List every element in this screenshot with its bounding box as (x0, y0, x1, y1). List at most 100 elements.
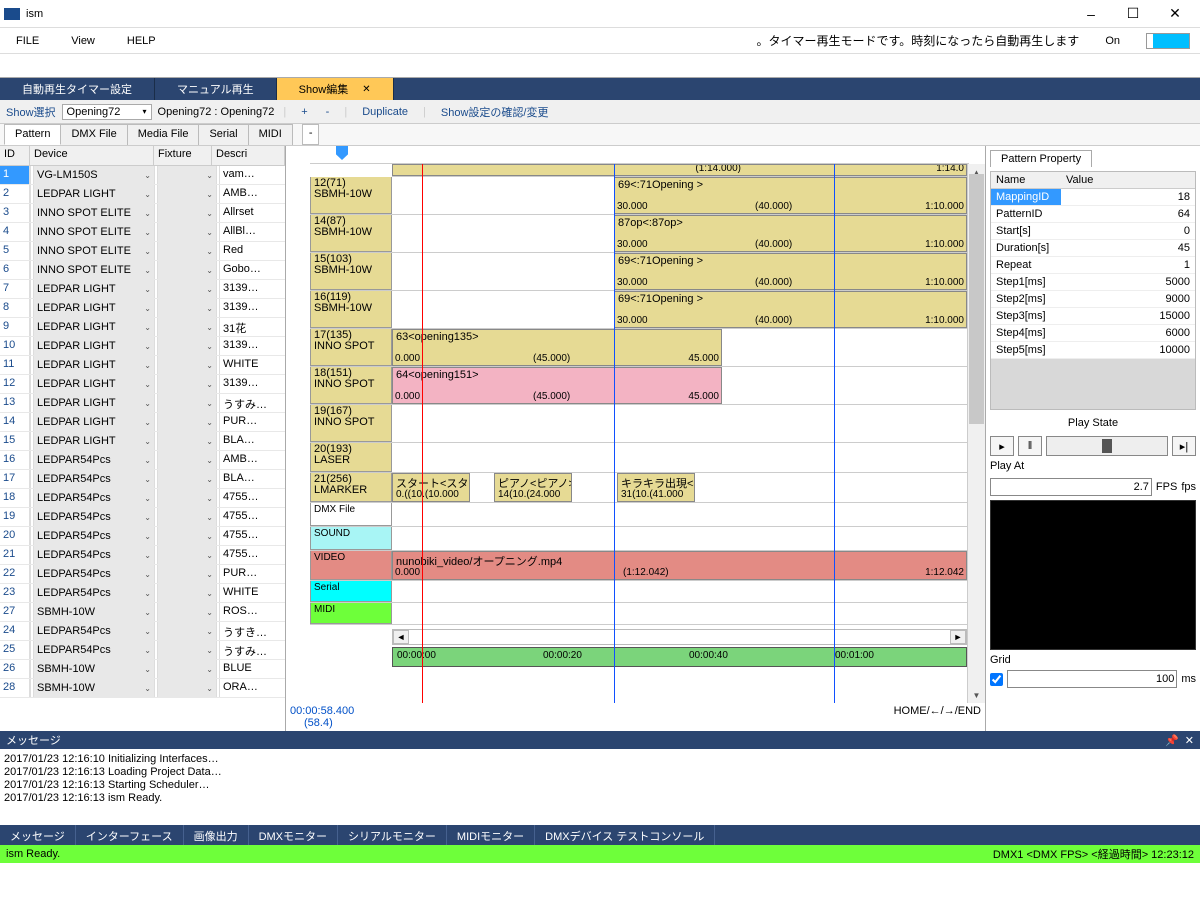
device-row[interactable]: 16LEDPAR54Pcs⌄⌄AMB… (0, 451, 285, 470)
timeline-vscroll[interactable]: ▲ ▼ (967, 164, 985, 703)
menu-file[interactable]: FILE (10, 33, 45, 49)
marker-piano[interactable]: ピアノ<ピアノ>14(10.(24.000 (494, 473, 572, 502)
device-row[interactable]: 7LEDPAR LIGHT⌄⌄3139… (0, 280, 285, 299)
device-row[interactable]: 18LEDPAR54Pcs⌄⌄4755… (0, 489, 285, 508)
device-row[interactable]: 21LEDPAR54Pcs⌄⌄4755… (0, 546, 285, 565)
col-id[interactable]: ID (0, 146, 30, 165)
menu-view[interactable]: View (65, 33, 101, 49)
panel-pin-icon[interactable]: 📌 (1165, 734, 1179, 747)
bottom-tab[interactable]: DMXモニター (249, 825, 338, 845)
show-remove-button[interactable]: - (320, 104, 336, 120)
tab-timer-settings[interactable]: 自動再生タイマー設定 (0, 78, 155, 100)
marker-blue-1[interactable] (614, 164, 615, 703)
device-row[interactable]: 17LEDPAR54Pcs⌄⌄BLA… (0, 470, 285, 489)
bottom-tab[interactable]: 画像出力 (184, 825, 249, 845)
device-row[interactable]: 3INNO SPOT ELITE⌄⌄Allrset (0, 204, 285, 223)
device-row[interactable]: 27SBMH-10W⌄⌄ROS… (0, 603, 285, 622)
tab-close-icon[interactable]: ✕ (362, 84, 370, 95)
device-row[interactable]: 20LEDPAR54Pcs⌄⌄4755… (0, 527, 285, 546)
track-video-label[interactable]: VIDEO (310, 551, 392, 580)
scroll-right-icon[interactable]: ► (950, 630, 966, 644)
scroll-left-icon[interactable]: ◄ (393, 630, 409, 644)
close-button[interactable]: ✕ (1154, 1, 1196, 27)
bottom-tab[interactable]: メッセージ (0, 825, 76, 845)
tab-mediafile[interactable]: Media File (127, 124, 200, 145)
bottom-tab[interactable]: DMXデバイス テストコンソール (535, 825, 715, 845)
play-button[interactable]: ▸ (990, 436, 1014, 456)
device-row[interactable]: 28SBMH-10W⌄⌄ORA… (0, 679, 285, 698)
prop-row[interactable]: MappingID18 (991, 189, 1195, 206)
tab-show-edit[interactable]: Show編集 ✕ (277, 78, 394, 100)
panel-close-icon[interactable]: ✕ (1185, 734, 1194, 747)
col-descri[interactable]: Descri (212, 146, 285, 165)
track-15-clip[interactable]: 69<:71Opening > 30.000 (40.000) 1:10.000 (614, 253, 967, 290)
prop-row[interactable]: Step5[ms]10000 (991, 342, 1195, 359)
maximize-button[interactable]: ☐ (1112, 1, 1154, 27)
playhead-marker[interactable] (336, 146, 348, 160)
device-row[interactable]: 23LEDPAR54Pcs⌄⌄WHITE (0, 584, 285, 603)
track-12-clip[interactable]: 69<:71Opening > 30.000 (40.000) 1:10.000 (614, 177, 967, 214)
track-18-clip[interactable]: 64<opening151> 0.000 (45.000) 45.000 (392, 367, 722, 404)
device-row[interactable]: 1VG-LM150S⌄⌄vam… (0, 166, 285, 185)
track-17-clip[interactable]: 63<opening135> 0.000 (45.000) 45.000 (392, 329, 722, 366)
track-sound-label[interactable]: SOUND (310, 527, 392, 550)
tab-manual-play[interactable]: マニュアル再生 (155, 78, 277, 100)
track-18-label[interactable]: 18(151) INNO SPOT (310, 367, 392, 404)
device-row[interactable]: 15LEDPAR LIGHT⌄⌄BLA… (0, 432, 285, 451)
track-14-clip[interactable]: 87op<:87op> 30.000 (40.000) 1:10.000 (614, 215, 967, 252)
prop-row[interactable]: Step3[ms]15000 (991, 308, 1195, 325)
playback-slider[interactable] (1046, 436, 1168, 456)
show-select-dropdown[interactable]: Opening72 (62, 104, 152, 120)
time-axis[interactable]: 00:00:00 00:00:20 00:00:40 00:01:00 (392, 647, 967, 667)
prop-row[interactable]: Duration[s]45 (991, 240, 1195, 257)
device-row[interactable]: 5INNO SPOT ELITE⌄⌄Red (0, 242, 285, 261)
track-midi-label[interactable]: MIDI (310, 603, 392, 624)
playhead-red[interactable] (422, 164, 423, 703)
collapse-button[interactable]: - (302, 124, 320, 145)
timer-toggle[interactable] (1146, 33, 1190, 49)
video-clip[interactable]: nunobiki_video/オープニング.mp4 0.000 (1:12.04… (392, 551, 967, 580)
grid-checkbox[interactable] (990, 673, 1003, 686)
col-fixture[interactable]: Fixture (154, 146, 212, 165)
track-19-label[interactable]: 19(167) INNO SPOT (310, 405, 392, 442)
tab-midi[interactable]: MIDI (248, 124, 293, 145)
device-row[interactable]: 6INNO SPOT ELITE⌄⌄Gobo… (0, 261, 285, 280)
device-row[interactable]: 11LEDPAR LIGHT⌄⌄WHITE (0, 356, 285, 375)
minimize-button[interactable]: – (1070, 1, 1112, 27)
bottom-tab[interactable]: インターフェース (76, 825, 184, 845)
prop-row[interactable]: PatternID64 (991, 206, 1195, 223)
device-row[interactable]: 8LEDPAR LIGHT⌄⌄3139… (0, 299, 285, 318)
device-row[interactable]: 10LEDPAR LIGHT⌄⌄3139… (0, 337, 285, 356)
prop-row[interactable]: Start[s]0 (991, 223, 1195, 240)
timeline-ruler[interactable] (310, 146, 969, 164)
track-16-label[interactable]: 16(119) SBMH-10W (310, 291, 392, 328)
menu-help[interactable]: HELP (121, 33, 162, 49)
grid-input[interactable] (1007, 670, 1177, 688)
clip-continuation[interactable]: (1:14.000) 1:14.0 (392, 164, 967, 176)
track-12-label[interactable]: 12(71) SBMH-10W (310, 177, 392, 214)
device-row[interactable]: 26SBMH-10W⌄⌄BLUE (0, 660, 285, 679)
track-20-label[interactable]: 20(193) LASER (310, 443, 392, 472)
device-row[interactable]: 19LEDPAR54Pcs⌄⌄4755… (0, 508, 285, 527)
pause-button[interactable]: ‖ (1018, 436, 1042, 456)
col-device[interactable]: Device (30, 146, 154, 165)
track-dmxfile-label[interactable]: DMX File (310, 503, 392, 526)
step-forward-button[interactable]: ▸| (1172, 436, 1196, 456)
prop-row[interactable]: Step1[ms]5000 (991, 274, 1195, 291)
pattern-property-tab[interactable]: Pattern Property (990, 150, 1092, 167)
track-15-label[interactable]: 15(103) SBMH-10W (310, 253, 392, 290)
show-add-button[interactable]: + (295, 104, 313, 120)
device-row[interactable]: 2LEDPAR LIGHT⌄⌄AMB… (0, 185, 285, 204)
track-serial-label[interactable]: Serial (310, 581, 392, 602)
marker-start[interactable]: スタート<スター0.((10.(10.000 (392, 473, 470, 502)
device-row[interactable]: 24LEDPAR54Pcs⌄⌄うすき… (0, 622, 285, 641)
show-settings-button[interactable]: Show設定の確認/変更 (435, 102, 555, 122)
duplicate-button[interactable]: Duplicate (356, 104, 414, 120)
device-row[interactable]: 13LEDPAR LIGHT⌄⌄うすみ… (0, 394, 285, 413)
bottom-tab[interactable]: シリアルモニター (338, 825, 447, 845)
track-21-label[interactable]: 21(256) LMARKER (310, 473, 392, 502)
play-at-input[interactable] (990, 478, 1152, 496)
track-14-label[interactable]: 14(87) SBMH-10W (310, 215, 392, 252)
device-row[interactable]: 9LEDPAR LIGHT⌄⌄31花 (0, 318, 285, 337)
device-row[interactable]: 14LEDPAR LIGHT⌄⌄PUR… (0, 413, 285, 432)
